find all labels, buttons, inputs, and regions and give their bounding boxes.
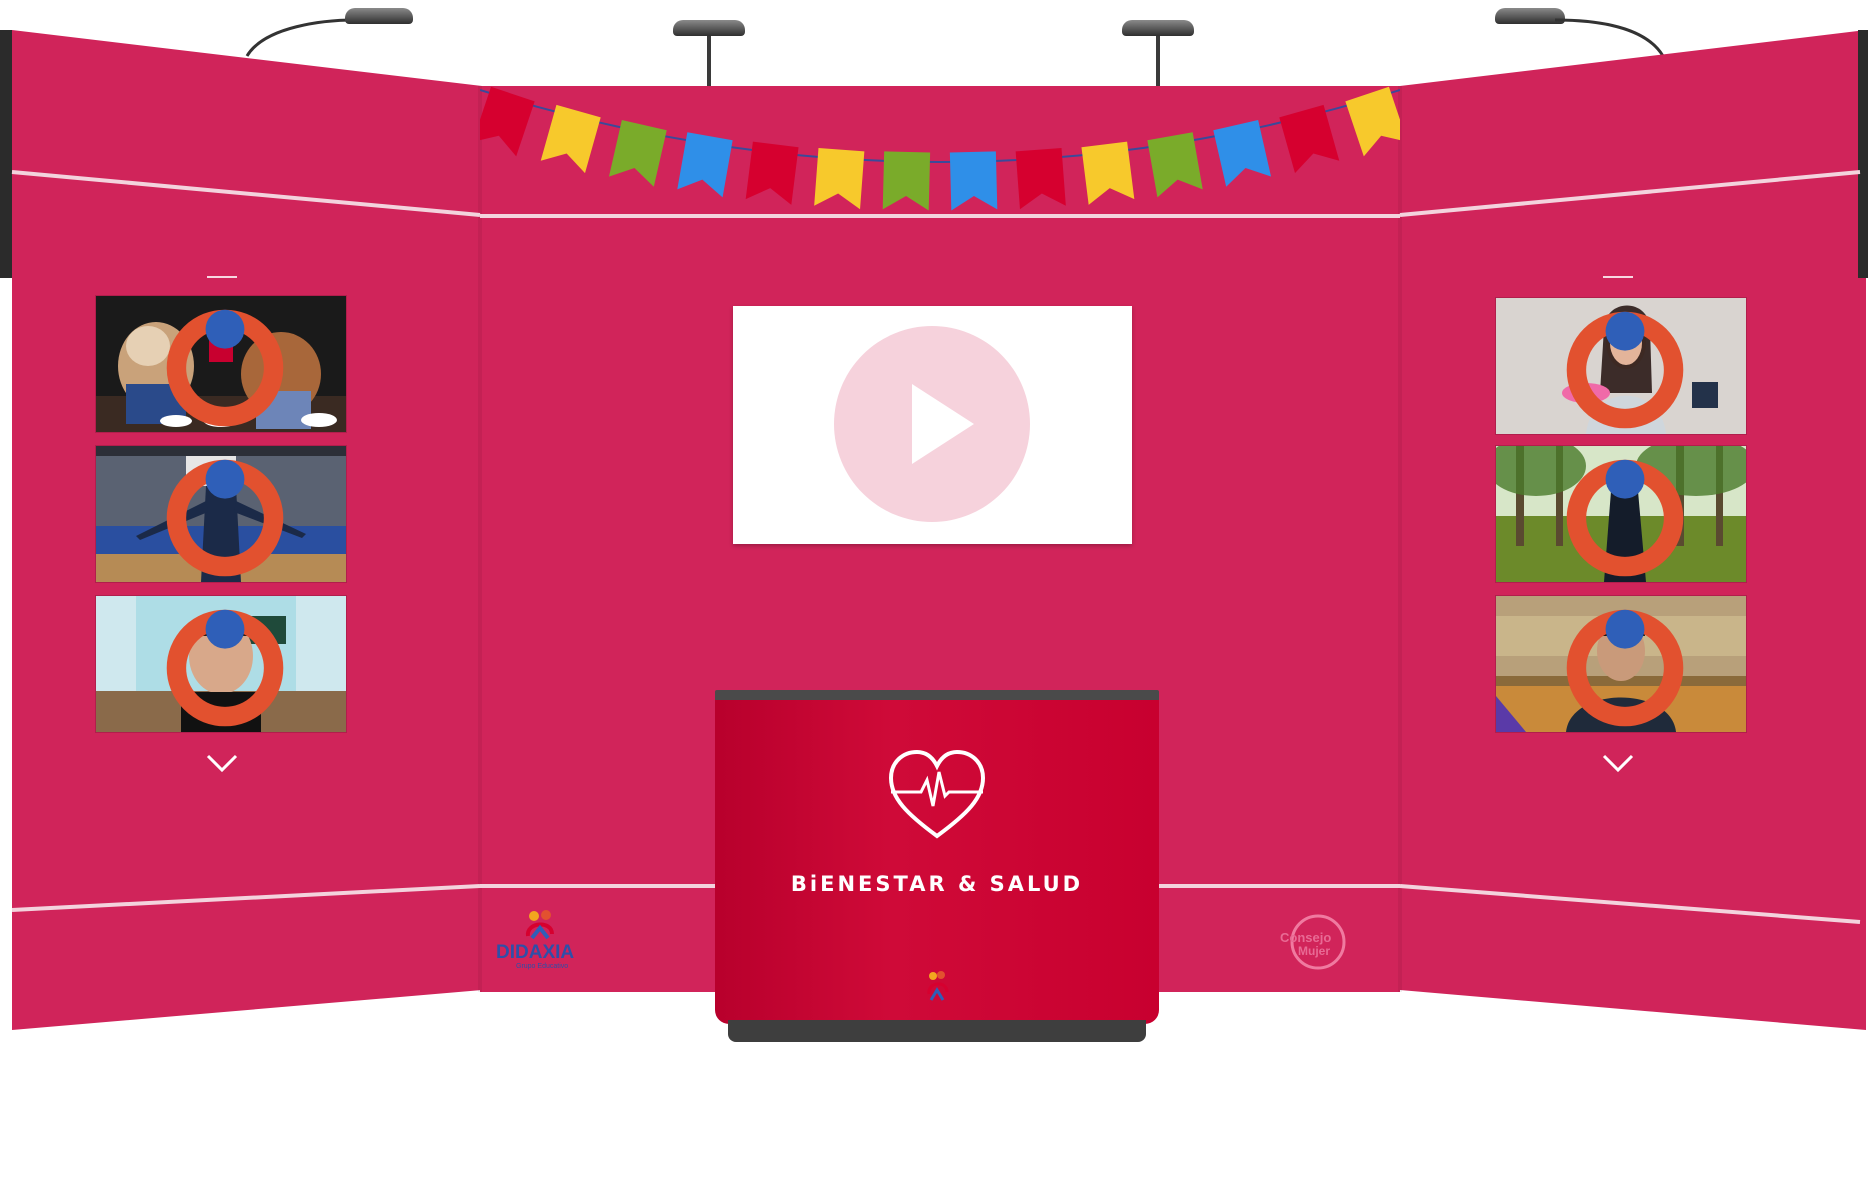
bunting-flag <box>1213 120 1272 187</box>
didaxia-mini-icon <box>1566 311 1684 429</box>
didaxia-mini-icon <box>1566 609 1684 727</box>
didaxia-emblem-icon <box>526 910 554 940</box>
bunting-flag <box>1081 141 1135 205</box>
bunting-flag <box>480 86 535 157</box>
didaxia-mini-icon <box>166 459 284 577</box>
bunting-decoration <box>480 86 1400 211</box>
panel-indicator-right <box>1603 276 1633 278</box>
consejo-mujer-logo[interactable]: Consejo Mujer <box>1278 912 1348 972</box>
woman-park-video[interactable] <box>1496 446 1746 582</box>
heartbeat-icon <box>888 750 986 839</box>
woman-gym-video[interactable] <box>96 446 346 582</box>
counter-base <box>728 1020 1146 1042</box>
bunting-flag <box>882 151 931 211</box>
didaxia-logo[interactable]: DIDAXIA Grupo Educativo <box>490 906 590 972</box>
bunting-flag <box>1015 147 1066 210</box>
bunting-flag <box>949 151 998 211</box>
chevron-down-icon[interactable] <box>204 752 240 774</box>
didaxia-logo-subtext: Grupo Educativo <box>516 963 569 970</box>
didaxia-mini-icon <box>1566 459 1684 577</box>
didaxia-logo-text: DIDAXIA <box>496 942 575 963</box>
panel-indicator-left <box>207 276 237 278</box>
bunting-flag <box>745 141 799 205</box>
main-video-screen[interactable] <box>733 306 1132 544</box>
play-button[interactable] <box>834 326 1030 522</box>
reception-counter[interactable]: BiENESTAR & SALUD <box>715 700 1159 1024</box>
consejo-logo-text-bottom: Mujer <box>1298 944 1331 958</box>
bunting-flag <box>814 147 865 210</box>
chevron-down-icon[interactable] <box>1600 752 1636 774</box>
didaxia-mini-icon <box>166 309 284 427</box>
play-icon <box>912 384 974 464</box>
man-gym-hall-video[interactable] <box>1496 596 1746 732</box>
woman-holding-objects-video[interactable] <box>1496 298 1746 434</box>
bunting-flag <box>608 120 667 187</box>
booth-title: BiENESTAR & SALUD <box>790 872 1084 896</box>
bunting-flag <box>540 104 601 174</box>
puppets-breakfast-video[interactable] <box>96 296 346 432</box>
bunting-flag <box>1279 104 1340 174</box>
didaxia-counter-icon <box>927 971 949 1001</box>
didaxia-mini-icon <box>166 609 284 727</box>
consejo-logo-text-top: Consejo <box>1280 930 1332 945</box>
man-classroom-video[interactable] <box>96 596 346 732</box>
bunting-flag <box>1345 86 1400 157</box>
bunting-flag <box>677 132 733 198</box>
bunting-flag <box>1147 132 1203 198</box>
